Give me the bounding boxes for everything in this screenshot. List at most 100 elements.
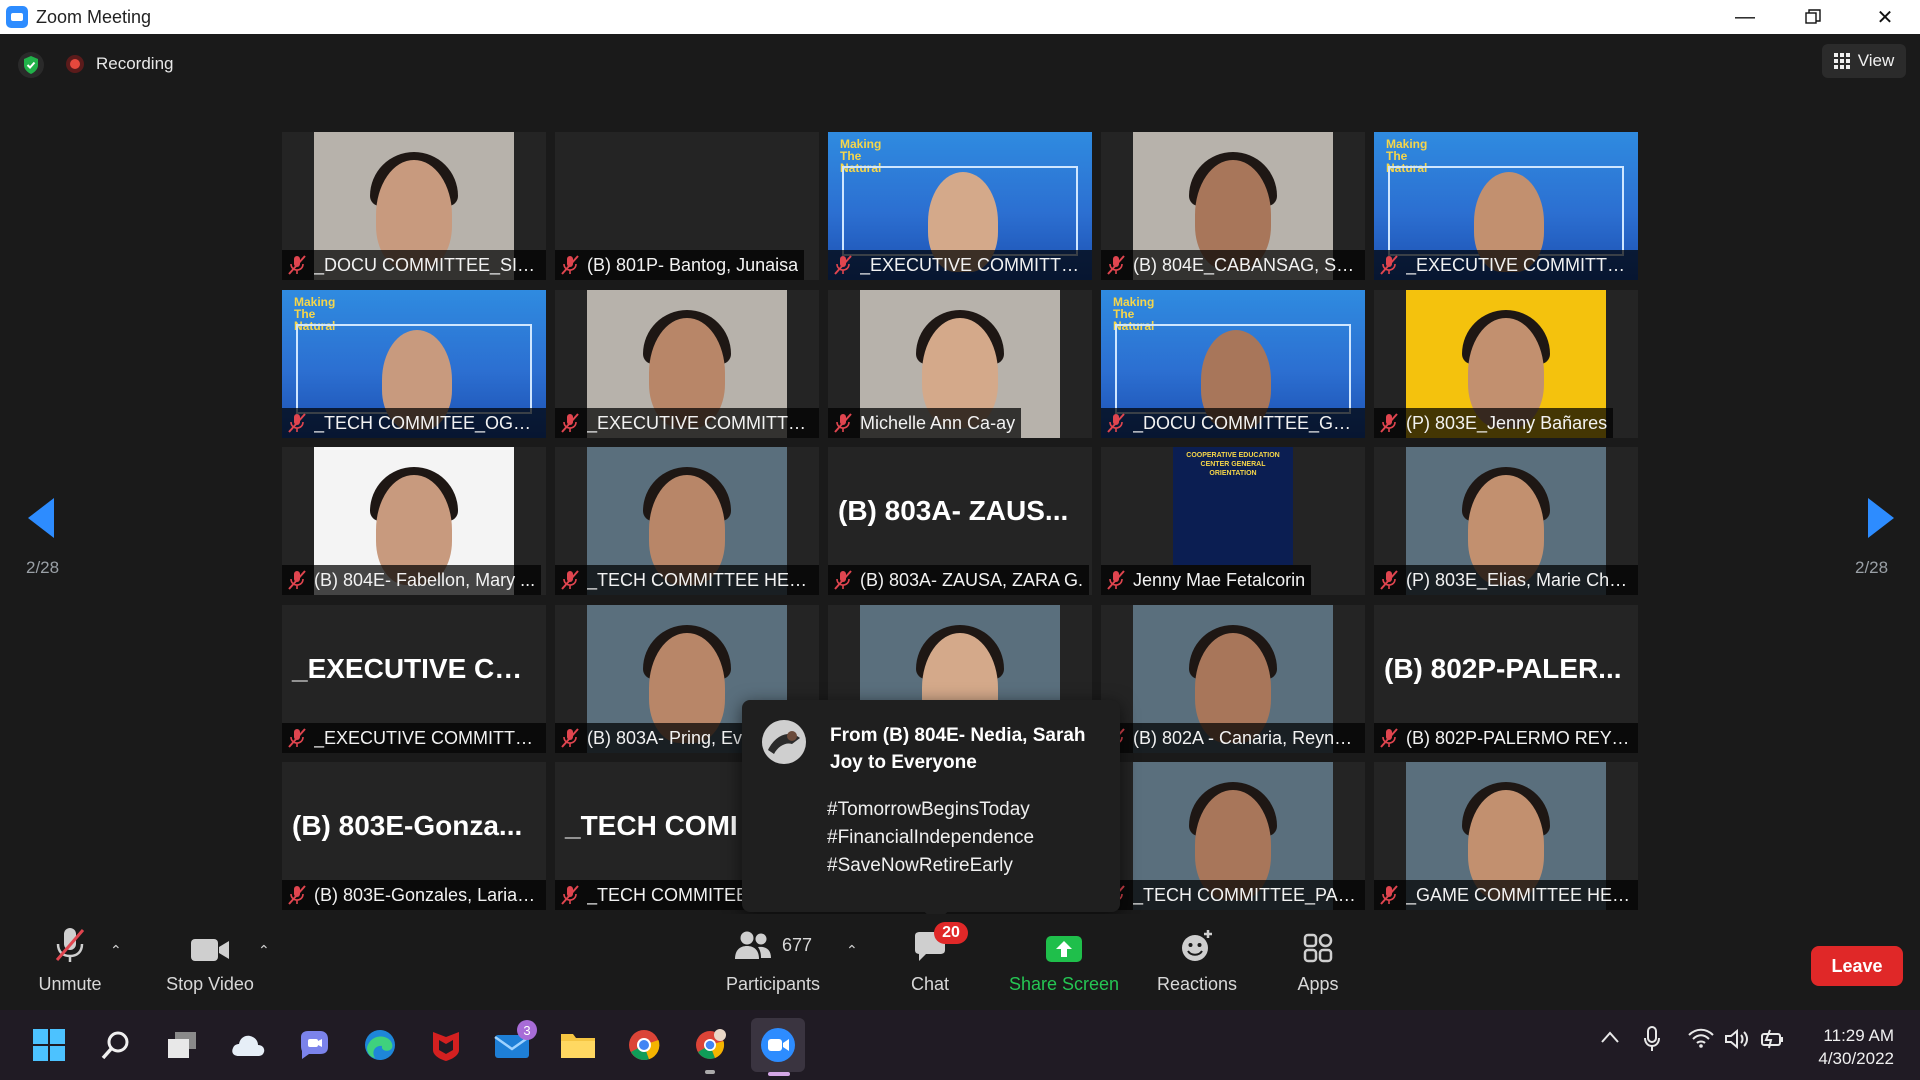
- participant-tile[interactable]: Making The Natural _EXECUTIVE COMMITTEE .…: [1374, 132, 1638, 280]
- chat-unread-badge: 20: [934, 922, 968, 944]
- participant-name-label: _TECH COMMITEE: [555, 880, 755, 910]
- chat-message-line: #SaveNowRetireEarly: [827, 855, 1013, 876]
- participants-icon: [734, 931, 771, 959]
- battery-charging-icon[interactable]: [1760, 1028, 1786, 1055]
- participant-tile[interactable]: _GAME COMMITTEE HEA...: [1374, 762, 1638, 910]
- participant-tile[interactable]: Michelle Ann Ca-ay: [828, 290, 1092, 438]
- participant-name: _EXECUTIVE COMMITTEE...: [860, 254, 1086, 275]
- apps-button[interactable]: Apps: [1290, 926, 1346, 995]
- participant-tile[interactable]: _EXECUTIVE CO... _EXECUTIVE COMMITTEE...: [282, 605, 546, 753]
- next-page-arrow-icon[interactable]: [1866, 496, 1896, 540]
- participant-tile[interactable]: (B) 804E- Fabellon, Mary ...: [282, 447, 546, 595]
- participant-tile[interactable]: (B) 803E-Gonza... (B) 803E-Gonzales, Lari…: [282, 762, 546, 910]
- windows-start-icon[interactable]: [26, 1022, 72, 1068]
- participant-tile[interactable]: COOPERATIVE EDUCATION CENTER GENERAL ORI…: [1101, 447, 1365, 595]
- participant-tile[interactable]: Making The Natural _DOCU COMMITTEE_GO...: [1101, 290, 1365, 438]
- participant-name-label: Michelle Ann Ca-ay: [828, 408, 1022, 438]
- participant-display-name: (B) 803A- ZAUS...: [838, 495, 1069, 526]
- close-button[interactable]: ✕: [1850, 0, 1920, 34]
- participants-button[interactable]: 677 Participants: [718, 926, 828, 995]
- muted-mic-icon: [832, 254, 854, 276]
- muted-mic-icon: [1105, 254, 1127, 276]
- participant-name: (P) 803E_Jenny Bañares: [1406, 412, 1608, 433]
- volume-icon[interactable]: [1724, 1028, 1750, 1055]
- file-explorer-icon[interactable]: [555, 1022, 601, 1068]
- participant-tile[interactable]: Making The Natural _EXECUTIVE COMMITTEE..…: [828, 132, 1092, 280]
- participant-name: _TECH COMMITTEE_PALIL...: [1133, 884, 1359, 905]
- reactions-label: Reactions: [1156, 974, 1238, 994]
- participant-tile[interactable]: _TECH COMMITTEE HEAD...: [555, 447, 819, 595]
- muted-mic-icon: [1378, 727, 1400, 749]
- share-screen-button[interactable]: Share Screen: [1006, 926, 1122, 995]
- chat-notification-popup[interactable]: From (B) 804E- Nedia, Sarah Joy to Every…: [742, 700, 1120, 924]
- page-indicator-right: 2/28: [1855, 558, 1889, 577]
- audio-options-caret-icon[interactable]: ⌃: [110, 942, 122, 959]
- microphone-tray-icon[interactable]: [1643, 1026, 1661, 1057]
- participant-tile[interactable]: _TECH COMMITTEE_PALIL...: [1101, 762, 1365, 910]
- participant-name: (P) 803E_Elias, Marie Chri...: [1406, 569, 1632, 590]
- clock-date: 4/30/2022: [1818, 1049, 1894, 1068]
- muted-mic-icon: [1378, 412, 1400, 434]
- reactions-smiley-icon: [1182, 930, 1212, 961]
- mcafee-shield-icon[interactable]: [423, 1022, 469, 1068]
- muted-mic-icon: [286, 254, 308, 276]
- participant-tile[interactable]: (B) 801P- Bantog, Junaisa: [555, 132, 819, 280]
- chat-label: Chat: [910, 974, 950, 994]
- grid-view-icon: [1833, 53, 1850, 69]
- participant-name: (B) 802P-PALERMO REY J...: [1406, 727, 1632, 748]
- zoom-taskbar-icon[interactable]: [751, 1018, 805, 1072]
- chrome-profile-icon[interactable]: [687, 1022, 733, 1068]
- video-camera-icon: [191, 939, 229, 961]
- participant-tile[interactable]: (B) 802A - Canaria, Reyno...: [1101, 605, 1365, 753]
- chat-button[interactable]: 20 Chat: [898, 922, 968, 995]
- search-icon[interactable]: [93, 1022, 139, 1068]
- muted-mic-icon: [286, 727, 308, 749]
- teams-chat-icon[interactable]: [291, 1022, 337, 1068]
- restore-button[interactable]: [1778, 0, 1848, 34]
- chrome-browser-icon[interactable]: [621, 1022, 667, 1068]
- participant-display-name: (B) 803E-Gonza...: [292, 810, 523, 841]
- zoom-meeting-window: Zoom Meeting — ✕ Recording View 2/28 2/2…: [0, 0, 1920, 1080]
- task-view-icon[interactable]: [159, 1022, 205, 1068]
- muted-mic-icon: [832, 412, 854, 434]
- participant-tile[interactable]: Making The Natural _TECH COMMITEE_OGAY...: [282, 290, 546, 438]
- video-options-caret-icon[interactable]: ⌃: [258, 942, 270, 959]
- zoom-active-indicator: [768, 1072, 790, 1076]
- chat-message-line: #FinancialIndependence: [827, 827, 1035, 848]
- participant-tile[interactable]: (B) 804E_CABANSAG, SHI...: [1101, 132, 1365, 280]
- participant-tile[interactable]: (B) 803A- ZAUS... (B) 803A- ZAUSA, ZARA G…: [828, 447, 1092, 595]
- participant-tile[interactable]: (P) 803E_Jenny Bañares: [1374, 290, 1638, 438]
- restore-icon: [1805, 9, 1821, 24]
- weather-widget-icon[interactable]: [225, 1022, 271, 1068]
- participant-name: Jenny Mae Fetalcorin: [1133, 569, 1306, 590]
- participant-name-label: (B) 802P-PALERMO REY J...: [1374, 723, 1638, 753]
- participant-name-label: _TECH COMMITEE_OGAY...: [282, 408, 546, 438]
- participant-tile[interactable]: _DOCU COMMITTEE_SIB...: [282, 132, 546, 280]
- muted-mic-icon: [559, 569, 581, 591]
- show-hidden-icons-caret-icon[interactable]: [1600, 1028, 1620, 1049]
- encryption-shield-icon[interactable]: [18, 52, 44, 78]
- view-button[interactable]: View: [1822, 44, 1906, 78]
- participant-name-label: (B) 804E- Fabellon, Mary ...: [282, 565, 542, 595]
- stop-video-button[interactable]: Stop Video: [160, 926, 260, 995]
- reactions-button[interactable]: Reactions: [1150, 926, 1244, 995]
- shared-slide: COOPERATIVE EDUCATION CENTER GENERAL ORI…: [1173, 447, 1293, 565]
- wifi-icon[interactable]: [1688, 1028, 1714, 1053]
- participant-tile[interactable]: (B) 802P-PALER... (B) 802P-PALERMO REY J.…: [1374, 605, 1638, 753]
- muted-mic-icon: [559, 412, 581, 434]
- clock-time: 11:29 AM: [1823, 1026, 1894, 1045]
- leave-button[interactable]: Leave: [1811, 946, 1903, 986]
- system-clock[interactable]: 11:29 AM 4/30/2022: [1818, 1024, 1894, 1070]
- participant-tile[interactable]: (P) 803E_Elias, Marie Chri...: [1374, 447, 1638, 595]
- participants-label: Participants: [725, 974, 821, 994]
- edge-browser-icon[interactable]: [357, 1022, 403, 1068]
- previous-page-arrow-icon[interactable]: [26, 496, 56, 540]
- participant-tile[interactable]: _EXECUTIVE COMMITTEE...: [555, 290, 819, 438]
- participant-name-label: (B) 803A- Pring, Ev: [555, 723, 749, 753]
- participants-options-caret-icon[interactable]: ⌃: [846, 942, 858, 959]
- participant-name: (B) 802A - Canaria, Reyno...: [1133, 727, 1359, 748]
- minimize-button[interactable]: —: [1710, 0, 1780, 34]
- recording-indicator[interactable]: Recording: [66, 54, 174, 74]
- unmute-button[interactable]: Unmute: [30, 926, 110, 995]
- mail-icon[interactable]: 3: [489, 1020, 537, 1068]
